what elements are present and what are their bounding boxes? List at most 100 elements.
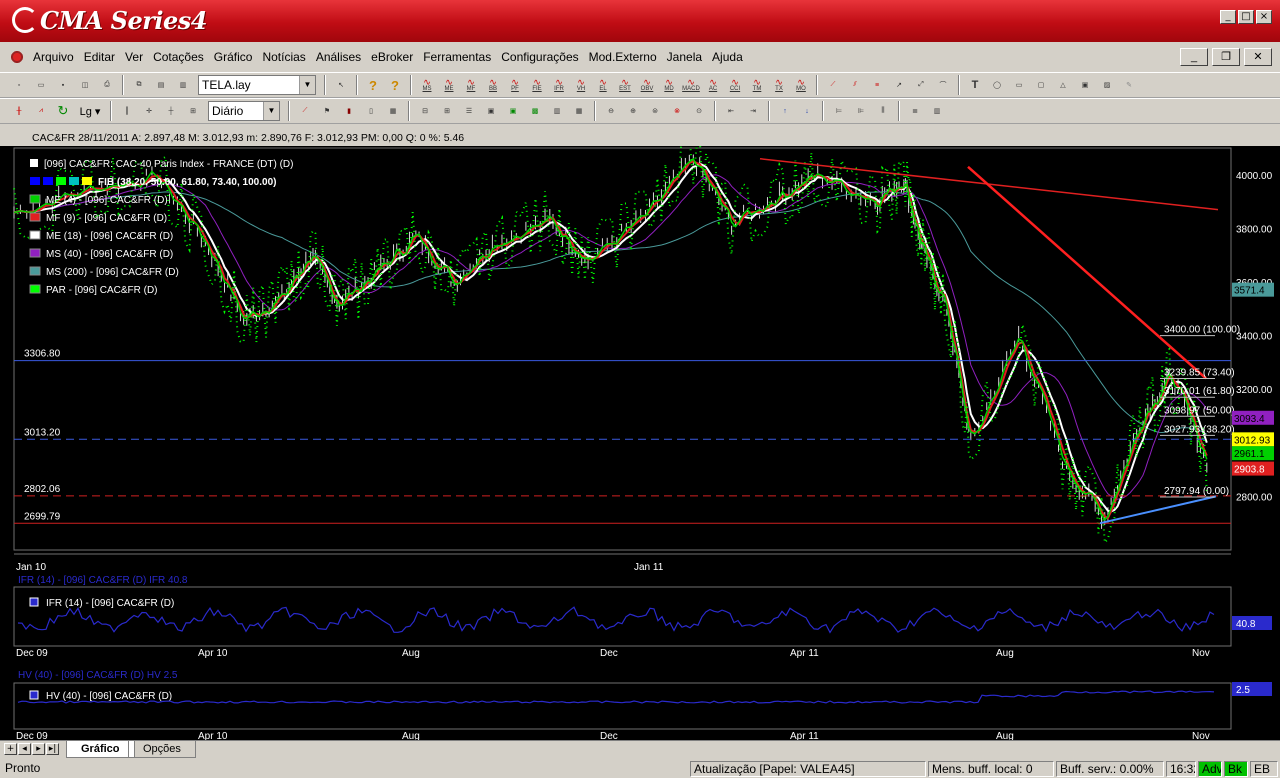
table-icon[interactable]: ⊞ <box>438 102 456 120</box>
menu-noticias[interactable]: Notícias <box>257 50 310 64</box>
rounded-rect-icon[interactable]: ▢ <box>1032 76 1050 94</box>
indicator-fie-button[interactable]: ∿ FIE <box>528 76 546 94</box>
indicator-ifr-button[interactable]: ∿ IFR <box>550 76 568 94</box>
grid-icon[interactable]: ⊟ <box>416 102 434 120</box>
indicator-vh-button[interactable]: ∿ VH <box>572 76 590 94</box>
trendline-icon[interactable]: ⟋ <box>824 76 842 94</box>
log-scale-icon[interactable]: Lg ▾ <box>76 102 104 120</box>
mdi-close-button[interactable]: ✕ <box>1244 48 1272 66</box>
fibonacci-icon[interactable]: ≡ <box>868 76 886 94</box>
chart-type-icon[interactable]: ⩘ <box>32 102 50 120</box>
alarm-icon[interactable]: ⚑ <box>318 102 336 120</box>
menu-janela[interactable]: Janela <box>662 50 707 64</box>
menu-arquivo[interactable]: Arquivo <box>28 50 79 64</box>
calendar-icon[interactable]: ▦ <box>570 102 588 120</box>
indicator-mf-button[interactable]: ∿ MF <box>462 76 480 94</box>
mdi-restore-button[interactable]: ❐ <box>1212 48 1240 66</box>
menu-modexterno[interactable]: Mod.Externo <box>584 50 662 64</box>
indicator-tm-button[interactable]: ∿ TM <box>748 76 766 94</box>
panels-icon[interactable]: ▥ <box>928 102 946 120</box>
resize-icon[interactable]: ⤢ <box>912 76 930 94</box>
align-left-icon[interactable]: ⊨ <box>830 102 848 120</box>
chart-area[interactable]: 3306.80 3013.20 2802.06 2699.79 3400.00 (100… <box>0 130 1280 742</box>
new-file-icon[interactable]: ▫ <box>10 76 28 94</box>
indicator-bb-button[interactable]: ∿ BB <box>484 76 502 94</box>
close-window-button[interactable]: × <box>1256 10 1272 24</box>
tab-prev-button[interactable]: ◂ <box>18 743 31 755</box>
chart-window-icon[interactable]: ▣ <box>1076 76 1094 94</box>
channel-icon[interactable]: ⫽ <box>846 76 864 94</box>
maximize-window-button[interactable]: □ <box>1238 10 1254 24</box>
indicator-ac-button[interactable]: ∿ AC <box>704 76 722 94</box>
rectangle-icon[interactable]: ▭ <box>1010 76 1028 94</box>
cursor-cross-icon[interactable]: ┼ <box>162 102 180 120</box>
window-icon[interactable]: ▣ <box>482 102 500 120</box>
indicator-md-button[interactable]: ∿ MD <box>660 76 678 94</box>
menu-ajuda[interactable]: Ajuda <box>707 50 748 64</box>
menu-editar[interactable]: Editar <box>79 50 120 64</box>
indicator-tx-button[interactable]: ∿ TX <box>770 76 788 94</box>
clipboard-icon[interactable]: ▥ <box>174 76 192 94</box>
save-icon[interactable]: ▪ <box>54 76 72 94</box>
text-tool-icon[interactable]: T <box>966 76 984 94</box>
menu-lines-icon[interactable]: ≣ <box>906 102 924 120</box>
menu-grafico[interactable]: Gráfico <box>209 50 258 64</box>
ellipse-icon[interactable]: ◯ <box>988 76 1006 94</box>
green-window-icon[interactable]: ▣ <box>504 102 522 120</box>
layout-select[interactable]: TELA.lay ▼ <box>198 75 316 95</box>
indicator-cci-button[interactable]: ∿ CCI <box>726 76 744 94</box>
context-help-icon[interactable]: ? <box>386 76 404 94</box>
menu-ver[interactable]: Ver <box>120 50 148 64</box>
scale-down-icon[interactable]: ↓ <box>798 102 816 120</box>
menu-cotacoes[interactable]: Cotações <box>148 50 209 64</box>
print-preview-icon[interactable]: ◫ <box>76 76 94 94</box>
indicator-obv-button[interactable]: ∿ OBV <box>638 76 656 94</box>
align-center-icon[interactable]: ⊫ <box>852 102 870 120</box>
curve-icon[interactable]: ⌒ <box>934 76 952 94</box>
triangle-icon[interactable]: △ <box>1054 76 1072 94</box>
tab-next-button[interactable]: ▸ <box>32 743 45 755</box>
cursor-icon[interactable]: ↖ <box>332 76 350 94</box>
crosshair-icon[interactable]: ✛ <box>140 102 158 120</box>
scroll-left-icon[interactable]: ⇤ <box>722 102 740 120</box>
candle-icon[interactable]: ╫ <box>10 102 28 120</box>
bars-icon[interactable]: ┃ <box>118 102 136 120</box>
scale-up-icon[interactable]: ↑ <box>776 102 794 120</box>
menu-ferramentas[interactable]: Ferramentas <box>418 50 496 64</box>
zoom-window-icon[interactable]: ⊙ <box>690 102 708 120</box>
tab-opcoes[interactable]: Opções <box>128 741 196 758</box>
scroll-right-icon[interactable]: ⇥ <box>744 102 762 120</box>
print-icon[interactable]: ⎙ <box>98 76 116 94</box>
link-icon[interactable]: ▥ <box>548 102 566 120</box>
indicator-mo-button[interactable]: ∿ MO <box>792 76 810 94</box>
book-icon[interactable]: ▮ <box>340 102 358 120</box>
tab-grafico[interactable]: Gráfico <box>66 741 135 758</box>
arrow-line-icon[interactable]: ↗ <box>890 76 908 94</box>
menu-ebroker[interactable]: eBroker <box>366 50 418 64</box>
indicator-el-button[interactable]: ∿ EL <box>594 76 612 94</box>
pen-icon[interactable]: ✎ <box>1120 76 1138 94</box>
zoom-in-icon[interactable]: ⊕ <box>624 102 642 120</box>
refresh-icon[interactable]: ↻ <box>54 102 72 120</box>
mdi-minimize-button[interactable]: _ <box>1180 48 1208 66</box>
indicator-est-button[interactable]: ∿ EST <box>616 76 634 94</box>
zoom-out-icon[interactable]: ⊖ <box>602 102 620 120</box>
columns-icon[interactable]: ⫼ <box>874 102 892 120</box>
zoom-reset-icon[interactable]: ⊗ <box>668 102 686 120</box>
paste-icon[interactable]: ▤ <box>152 76 170 94</box>
folder-icon[interactable]: ▯ <box>362 102 380 120</box>
tab-last-button[interactable]: ▸| <box>46 743 59 755</box>
script-icon[interactable]: ▦ <box>384 102 402 120</box>
period-select[interactable]: Diário ▼ <box>208 101 280 121</box>
zoom-fit-icon[interactable]: ⊜ <box>646 102 664 120</box>
list-icon[interactable]: ☰ <box>460 102 478 120</box>
help-icon[interactable]: ? <box>364 76 382 94</box>
indicator-macd-button[interactable]: ∿ MACD <box>682 76 700 94</box>
period-split-icon[interactable]: ⊞ <box>184 102 202 120</box>
indicator-me-button[interactable]: ∿ ME <box>440 76 458 94</box>
indicator-ms-button[interactable]: ∿ MS <box>418 76 436 94</box>
copy-icon[interactable]: ⧉ <box>130 76 148 94</box>
menu-configuracoes[interactable]: Configurações <box>496 50 583 64</box>
chart-canvas[interactable]: 3306.80 3013.20 2802.06 2699.79 3400.00 (100… <box>0 130 1280 742</box>
indicator-pf-button[interactable]: ∿ PF <box>506 76 524 94</box>
